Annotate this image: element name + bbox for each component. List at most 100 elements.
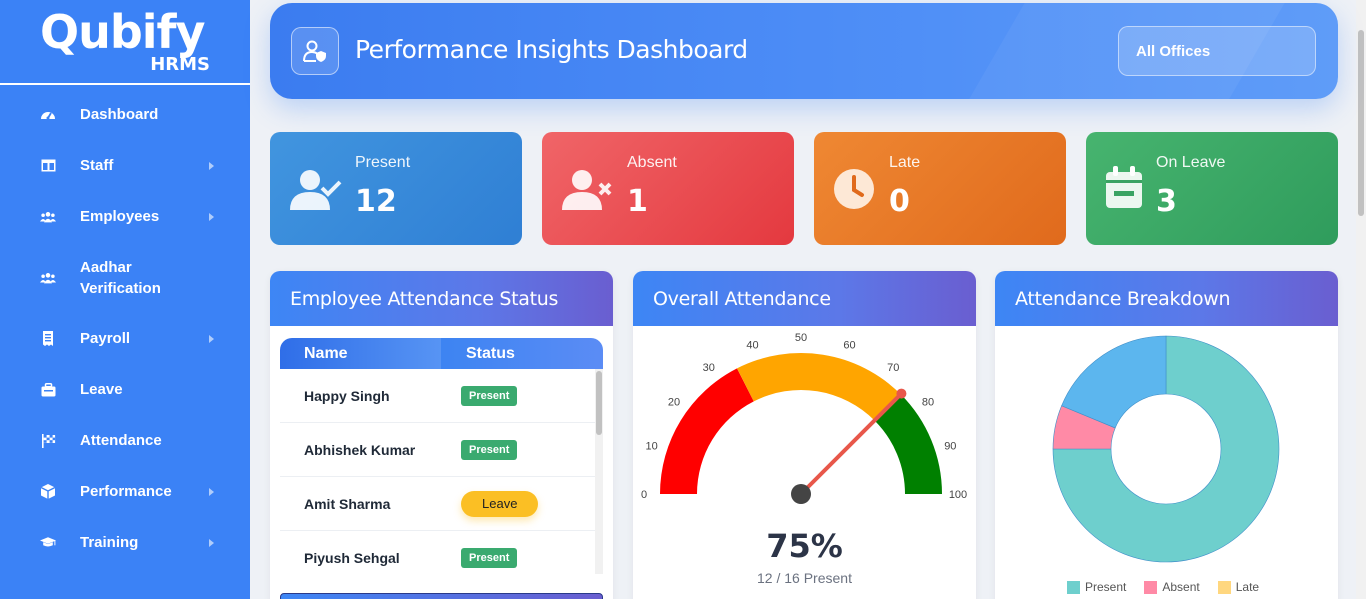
sidebar-item-label: Employees [80, 208, 160, 225]
chevron-right-icon [209, 212, 214, 221]
column-header-name: Name [280, 338, 441, 369]
sidebar-item-label: Staff [80, 157, 114, 174]
chevron-right-icon [209, 487, 214, 496]
employee-name: Abhishek Kumar [304, 441, 416, 458]
dashboard-header: Performance Insights Dashboard All Offic… [270, 3, 1338, 99]
stat-value: 1 [627, 184, 648, 219]
status-badge: Present [461, 547, 518, 568]
status-badge: Present [461, 439, 518, 460]
column-header-status: Status [441, 338, 603, 369]
chevron-right-icon [209, 334, 214, 343]
users-icon [40, 270, 56, 286]
legend-swatch [1144, 580, 1158, 594]
flag-icon [40, 433, 56, 449]
gauge-hub [791, 484, 811, 504]
gauge-tick-label: 30 [703, 362, 715, 374]
calendar-icon [1106, 166, 1142, 208]
employee-name: Amit Sharma [304, 495, 391, 512]
sidebar-item-staff[interactable]: Staff [0, 140, 250, 191]
gauge-tick-label: 40 [746, 340, 758, 352]
chevron-right-icon [209, 161, 214, 170]
gauge-needle-tip [896, 388, 907, 399]
table-row: Amit Sharma Leave [280, 477, 603, 531]
page-scrollbar[interactable] [1356, 0, 1366, 599]
stat-card-absent: Absent 1 [542, 132, 794, 245]
attendance-breakdown-panel: Attendance Breakdown Present Absent Late [995, 271, 1338, 599]
gauge-tick-label: 20 [668, 397, 680, 409]
legend-item-absent[interactable]: Absent [1144, 580, 1200, 594]
table-row: Piyush Sehgal Present [280, 531, 603, 574]
gauge-tick-label: 0 [641, 489, 647, 501]
employee-name: Piyush Sehgal [304, 549, 400, 566]
stat-value: 12 [355, 184, 397, 219]
stat-card-on-leave: On Leave 3 [1086, 132, 1338, 245]
sidebar-item-label: Training [80, 534, 139, 551]
table-row: Abhishek Kumar Present [280, 423, 603, 477]
gauge-tick-label: 90 [944, 440, 956, 452]
stat-value: 3 [1156, 184, 1177, 219]
sidebar-item-aadhar-verification[interactable]: Aadhar Verification [0, 242, 250, 313]
gauge-tick-label: 60 [843, 340, 855, 352]
legend-label: Present [1085, 580, 1127, 594]
table-scrollbar[interactable] [595, 369, 603, 574]
legend-item-present[interactable]: Present [1067, 580, 1126, 594]
page-scrollbar-thumb[interactable] [1358, 30, 1364, 216]
stat-label: On Leave [1156, 154, 1226, 171]
gauge-tick-label: 70 [887, 362, 899, 374]
brand-name: Qubify [40, 5, 206, 59]
legend-swatch [1217, 580, 1231, 594]
gauge-band-1 [736, 353, 901, 421]
attendance-gauge: 0 10 20 30 40 50 60 70 80 90 100 [641, 332, 967, 504]
sidebar-item-label: Aadhar Verification [80, 258, 161, 297]
briefcase-icon [40, 382, 56, 398]
gauge-tick-label: 100 [949, 489, 967, 501]
sidebar-item-training[interactable]: Training [0, 517, 250, 568]
user-shield-icon [291, 27, 339, 75]
gauge-tick-label: 80 [922, 397, 934, 409]
office-filter-select[interactable]: All Offices [1118, 26, 1316, 76]
legend-label: Absent [1162, 580, 1200, 594]
stat-value: 0 [889, 184, 910, 219]
gauge-tick-label: 50 [795, 332, 807, 344]
sidebar-item-employees[interactable]: Employees [0, 191, 250, 242]
sidebar-item-label: Performance [80, 483, 172, 500]
gauge-tick-label: 10 [646, 440, 658, 452]
gauge-icon [40, 107, 56, 123]
columns-icon [40, 158, 56, 174]
page-title: Performance Insights Dashboard [355, 35, 748, 64]
stat-label: Present [355, 154, 411, 171]
legend-swatch [1067, 580, 1080, 594]
sidebar-item-label: Payroll [80, 330, 131, 347]
panel-title: Attendance Breakdown [995, 271, 1338, 326]
sidebar-item-leave[interactable]: Leave [0, 364, 250, 415]
table-row: Happy Singh Present [280, 369, 603, 423]
users-icon [40, 209, 56, 225]
brand-logo[interactable]: Qubify HRMS [0, 0, 250, 85]
status-badge: Leave [461, 490, 539, 517]
view-all-button[interactable] [280, 593, 603, 599]
stat-label: Absent [627, 154, 677, 171]
sidebar-item-dashboard[interactable]: Dashboard [0, 89, 250, 140]
sidebar: Qubify HRMS Dashboard Staff Employees Aa… [0, 0, 250, 599]
table-body[interactable]: Happy Singh Present Abhishek Kumar Prese… [280, 369, 603, 574]
table-scrollbar-thumb[interactable] [596, 371, 602, 435]
receipt-icon [40, 331, 56, 347]
table-header: Name Status [280, 338, 603, 369]
panel-title: Employee Attendance Status [270, 271, 613, 326]
gauge-subtext: 12 / 16 Present [757, 570, 852, 586]
overall-attendance-panel: Overall Attendance 0 10 20 30 40 50 60 70 80 90 10… [633, 271, 976, 599]
sidebar-item-performance[interactable]: Performance [0, 466, 250, 517]
sidebar-item-label: Dashboard [80, 106, 159, 123]
sidebar-nav: Dashboard Staff Employees Aadhar Verific… [0, 89, 250, 568]
breakdown-donut-chart [1052, 335, 1280, 563]
user-x-icon [562, 170, 612, 210]
legend-item-late[interactable]: Late [1217, 580, 1259, 594]
sidebar-item-attendance[interactable]: Attendance [0, 415, 250, 466]
employee-name: Happy Singh [304, 387, 390, 404]
sidebar-item-label: Attendance [80, 432, 162, 449]
cube-icon [40, 484, 56, 500]
sidebar-item-payroll[interactable]: Payroll [0, 313, 250, 364]
user-check-icon [290, 170, 342, 210]
clock-icon [834, 169, 874, 209]
sidebar-item-label: Leave [80, 381, 123, 398]
